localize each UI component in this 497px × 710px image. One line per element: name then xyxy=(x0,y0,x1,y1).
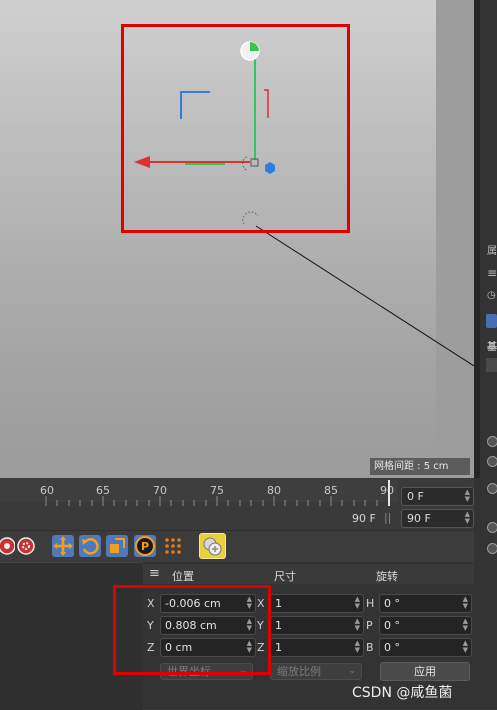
rot-axis-label: P xyxy=(366,619,373,632)
radio-option-5[interactable] xyxy=(487,543,497,554)
wall-shade xyxy=(436,0,474,478)
max-frame-field[interactable]: 90 F ▲ ▼ xyxy=(401,509,474,528)
size-x-field[interactable]: 1 ▲ ▼ xyxy=(270,594,364,613)
timeline-playhead[interactable] xyxy=(388,480,390,506)
stepper-arrows-icon[interactable]: ▲ ▼ xyxy=(463,618,468,632)
rotation-b-value: 0 ° xyxy=(384,641,400,654)
3d-viewport[interactable]: 网格间距 : 5 cm xyxy=(0,0,474,478)
size-mode-value: 缩放比例 xyxy=(277,665,321,678)
point-grid-button[interactable] xyxy=(162,535,184,557)
motion-clip-icon xyxy=(203,537,222,556)
stepper-arrows-icon[interactable]: ▲ ▼ xyxy=(355,596,360,610)
right-panel-field[interactable] xyxy=(486,358,497,372)
size-z-field[interactable]: 1 ▲ ▼ xyxy=(270,638,364,657)
radio-option-1[interactable] xyxy=(487,436,497,447)
param-tool-button[interactable]: P xyxy=(134,535,156,557)
scale-icon xyxy=(110,538,125,553)
size-header: 尺寸 xyxy=(274,570,296,583)
autokey-button[interactable] xyxy=(15,535,37,557)
right-panel-basic-tab[interactable]: 基 xyxy=(487,338,497,353)
param-icon: P xyxy=(135,536,155,556)
max-frame-value: 90 F xyxy=(407,512,431,525)
scale-tool-button[interactable] xyxy=(106,535,128,557)
rotation-h-field[interactable]: 0 ° ▲ ▼ xyxy=(379,594,472,613)
annotation-box-position xyxy=(113,585,271,675)
radio-option-2[interactable] xyxy=(487,456,497,467)
rot-axis-label: H xyxy=(366,597,375,610)
size-z-value: 1 xyxy=(275,641,282,654)
svg-text:P: P xyxy=(141,540,149,553)
rotation-p-field[interactable]: 0 ° ▲ ▼ xyxy=(379,616,472,635)
move-icon xyxy=(53,536,73,556)
watermark: CSDN @咸鱼菌 xyxy=(352,685,453,701)
position-header: 位置 xyxy=(172,570,194,583)
stepper-arrows-icon[interactable]: ▲ ▼ xyxy=(465,511,470,525)
motion-clip-button[interactable] xyxy=(199,533,226,559)
right-panel-title: 属 xyxy=(487,246,497,257)
radio-option-3[interactable] xyxy=(487,483,497,494)
current-frame-field[interactable]: 0 F ▲ ▼ xyxy=(401,487,474,506)
rotation-header: 旋转 xyxy=(376,570,398,583)
size-mode-dropdown[interactable]: 缩放比例 ⌄ xyxy=(270,663,362,680)
size-x-value: 1 xyxy=(275,597,282,610)
menu-lines-icon[interactable]: ≡ xyxy=(487,266,497,280)
stepper-arrows-icon[interactable]: ▲ ▼ xyxy=(463,640,468,654)
size-y-field[interactable]: 1 ▲ ▼ xyxy=(270,616,364,635)
chevron-down-icon: ⌄ xyxy=(348,666,356,676)
panel-divider xyxy=(474,0,480,478)
hamburger-menu-icon[interactable]: ≡ xyxy=(149,566,160,581)
rotation-h-value: 0 ° xyxy=(384,597,400,610)
end-frame-label: 90 F xyxy=(352,512,376,525)
rotation-b-field[interactable]: 0 ° ▲ ▼ xyxy=(379,638,472,657)
move-tool-button[interactable] xyxy=(52,535,74,557)
right-panel-tab[interactable] xyxy=(486,314,497,328)
size-y-value: 1 xyxy=(275,619,282,632)
rotation-p-value: 0 ° xyxy=(384,619,400,632)
rotate-icon xyxy=(82,538,99,555)
rotate-tool-button[interactable] xyxy=(79,535,101,557)
grid-spacing-readout: 网格间距 : 5 cm xyxy=(370,458,470,475)
stepper-arrows-icon[interactable]: ▲ ▼ xyxy=(355,618,360,632)
stepper-arrows-icon[interactable]: ▲ ▼ xyxy=(463,596,468,610)
radio-option-4[interactable] xyxy=(487,522,497,533)
clock-icon[interactable]: ◷ xyxy=(487,290,496,301)
stepper-arrows-icon[interactable]: ▲ ▼ xyxy=(355,640,360,654)
current-frame-value: 0 F xyxy=(407,490,424,503)
point-grid-icon xyxy=(165,538,181,554)
annotation-box-gizmo xyxy=(121,24,350,233)
ruler-ticks xyxy=(45,496,378,506)
stepper-arrows-icon[interactable]: ▲ ▼ xyxy=(465,489,470,503)
autokey-icon xyxy=(17,537,35,555)
rot-axis-label: B xyxy=(366,641,374,654)
apply-button[interactable]: 应用 xyxy=(380,662,470,681)
range-separator[interactable]: || xyxy=(384,511,392,525)
